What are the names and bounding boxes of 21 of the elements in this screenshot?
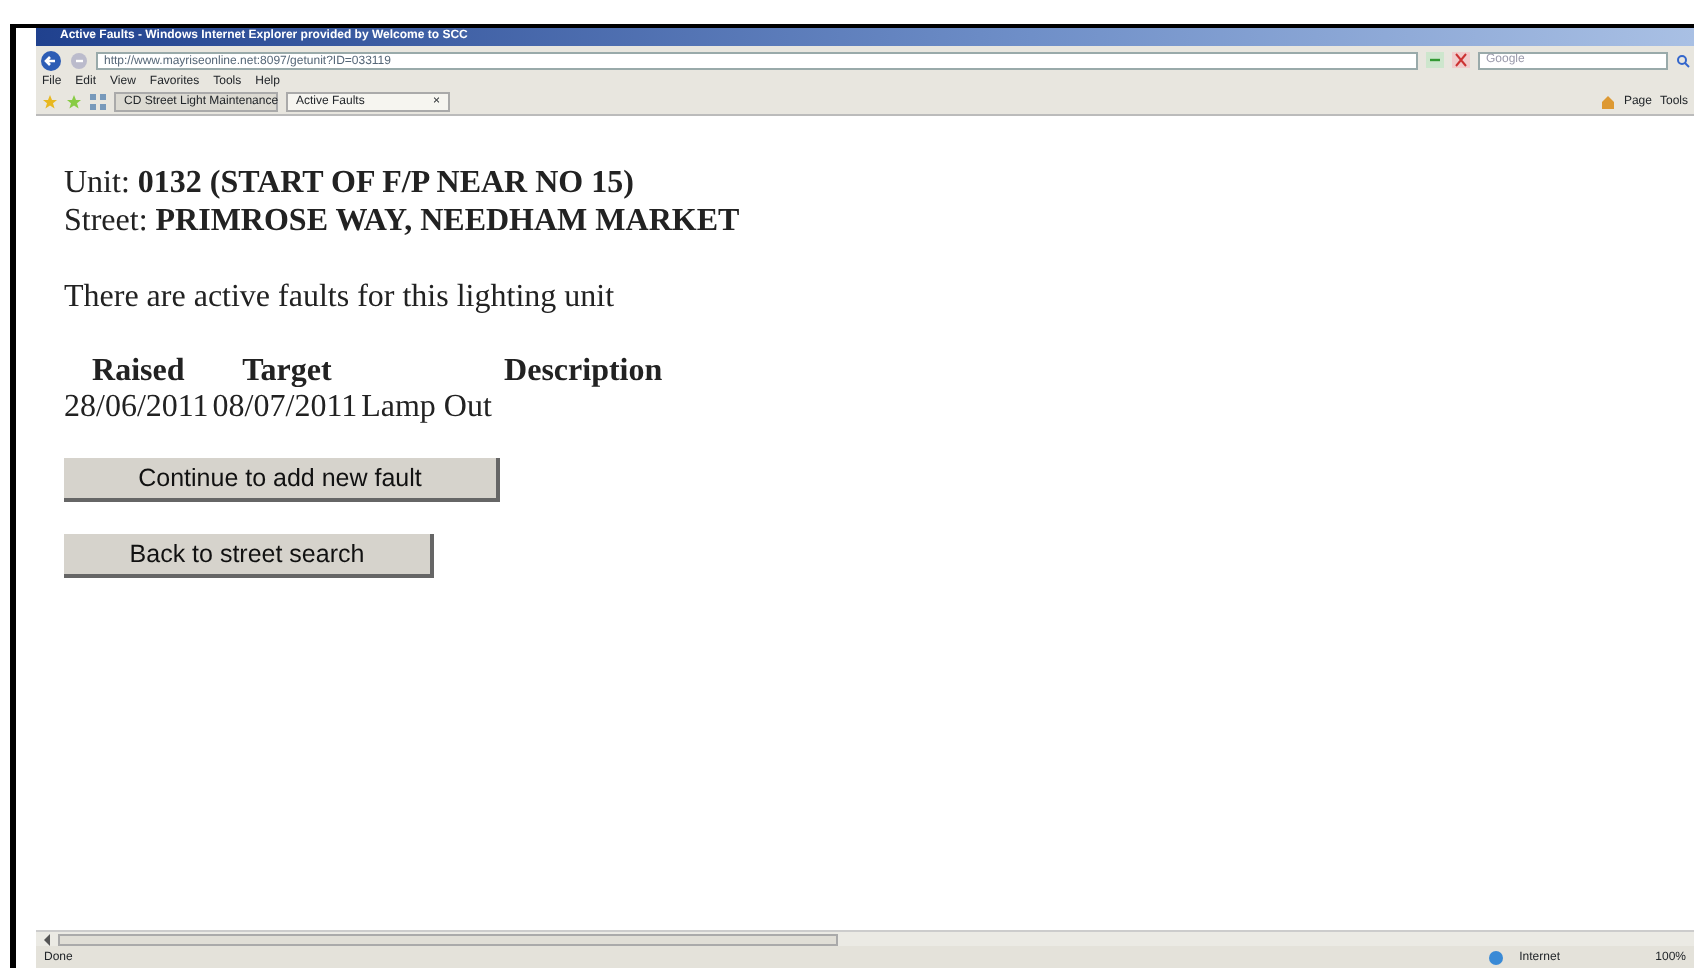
- search-icon[interactable]: [1676, 53, 1690, 67]
- column-header: Target: [240, 354, 334, 390]
- scroll-left-icon[interactable]: [42, 933, 52, 945]
- action-button[interactable]: Continue to add new fault: [64, 458, 500, 502]
- table-cell-text: Lamp Out: [361, 390, 494, 426]
- heading-line: Unit: 0132 (START OF F/P NEAR NO 15): [64, 164, 636, 202]
- add-favorite-icon[interactable]: [66, 94, 82, 110]
- grid-icon[interactable]: [90, 94, 106, 110]
- heading-line: Street: PRIMROSE WAY, NEEDHAM MARKET: [64, 202, 742, 240]
- star-icon[interactable]: [42, 94, 58, 110]
- table-cell-text: 08/07/2011: [212, 390, 360, 426]
- scrollbar-thumb[interactable]: [58, 933, 838, 945]
- home-icon[interactable]: [1599, 94, 1616, 110]
- column-header: Raised: [90, 354, 187, 390]
- table-cell-text: 28/06/2011: [64, 390, 211, 426]
- back-arrow-icon[interactable]: [40, 49, 62, 71]
- globe-icon: [1487, 949, 1504, 965]
- column-header: Description: [502, 354, 665, 390]
- message-text: There are active faults for this lighting unit: [64, 278, 617, 318]
- close-icon[interactable]: [1452, 52, 1470, 68]
- action-button[interactable]: Back to street search: [64, 534, 434, 578]
